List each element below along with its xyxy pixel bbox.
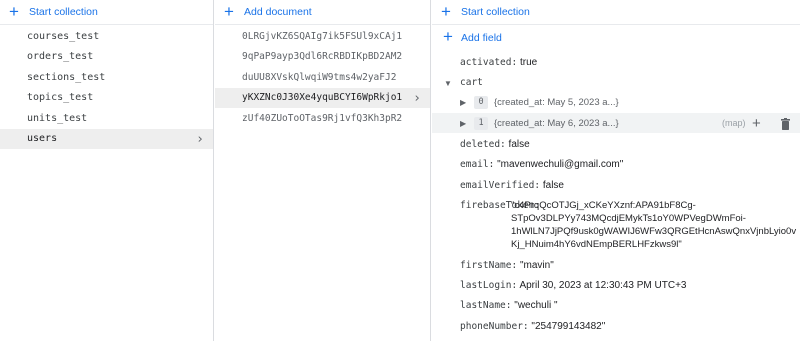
field-value: "mavin": [519, 260, 554, 271]
collection-item-topics-test[interactable]: topics_test: [0, 88, 213, 109]
collection-label: courses_test: [27, 30, 100, 42]
document-id: 9qPaP9ayp3Qdl6RcRBDIKpBD2AM2: [242, 51, 403, 63]
field-lastname[interactable]: lastName: "wechuli ": [460, 300, 558, 311]
chevron-right-icon: ›: [413, 90, 421, 106]
document-item[interactable]: zUf40ZUoToOTas9Rj1vfQ3Kh3pR2: [215, 108, 430, 129]
field-value: "wechuli ": [514, 300, 558, 311]
map-summary: {created_at: May 5, 2023 a...}: [494, 96, 619, 108]
field-key: emailVerified:: [460, 180, 541, 191]
token-line: STpOv3DLPYy743MQcdjEMykTs1oY0WPVegDWmFoi…: [511, 213, 746, 224]
document-id: zUf40ZUoToOTas9Rj1vfQ3Kh3pR2: [242, 112, 403, 124]
document-list: 0LRGjvKZ6SQAIg7ik5FSUl9xCAj1 9qPaP9ayp3Q…: [215, 26, 430, 129]
start-collection-button[interactable]: + Start collection: [0, 0, 213, 25]
plus-icon: +: [441, 1, 451, 21]
collections-panel: + Start collection courses_test orders_t…: [0, 0, 214, 341]
field-value: "254799143482": [531, 321, 606, 332]
field-firstname[interactable]: firstName: "mavin": [460, 260, 554, 271]
add-document-button[interactable]: + Add document: [215, 0, 430, 25]
field-key: activated:: [460, 57, 518, 68]
token-line: 1hWlLN7JjPQf9usk0gWAWIJ6WFw3QRGEtHcnAswQ…: [511, 226, 797, 237]
collection-label: sections_test: [27, 71, 106, 83]
token-line: Kj_HNuim4hY6vdNEmpBERLHFzkws9l": [511, 239, 682, 250]
documents-panel: + Add document 0LRGjvKZ6SQAIg7ik5FSUl9xC…: [215, 0, 431, 341]
add-field-button[interactable]: + Add field: [432, 25, 800, 51]
caret-down-icon[interactable]: ▼: [444, 79, 452, 88]
document-item[interactable]: duUU8XVskQlwqiW9tms4w2yaFJ2: [215, 67, 430, 88]
caret-right-icon[interactable]: ▶: [460, 98, 466, 107]
field-value: false: [508, 139, 530, 150]
add-field-label: Add field: [461, 32, 502, 44]
field-phonenumber[interactable]: phoneNumber: "254799143482": [460, 321, 605, 332]
field-value: "mavenwechuli@gmail.com": [497, 159, 624, 170]
cart-entry-0[interactable]: ▶ 0 {created_at: May 5, 2023 a...}: [432, 92, 800, 112]
fields-panel: + Start collection + Add field activated…: [432, 0, 800, 341]
cart-entry-1[interactable]: ▶ 1 {created_at: May 6, 2023 a...} (map)…: [432, 113, 800, 133]
document-id: 0LRGjvKZ6SQAIg7ik5FSUl9xCAj1: [242, 30, 403, 42]
chevron-right-icon: ›: [196, 131, 204, 147]
collection-label: units_test: [27, 112, 88, 124]
start-collection-label: Start collection: [29, 6, 98, 18]
field-lastlogin[interactable]: lastLogin: April 30, 2023 at 12:30:43 PM…: [460, 280, 686, 291]
document-item[interactable]: 0LRGjvKZ6SQAIg7ik5FSUl9xCAj1: [215, 26, 430, 47]
field-value: false: [542, 180, 564, 191]
field-value: April 30, 2023 at 12:30:43 PM UTC+3: [519, 280, 687, 291]
field-key: lastLogin:: [460, 280, 518, 291]
array-index-badge: 1: [474, 116, 488, 130]
token-line: "c4PrqQcOTJGj_xCKeYXznf:APA91bF8Cg-: [511, 200, 696, 211]
field-emailverified[interactable]: emailVerified: false: [460, 180, 564, 191]
field-key: deleted:: [460, 139, 506, 150]
field-activated[interactable]: activated: true: [460, 57, 537, 68]
collection-item-units-test[interactable]: units_test: [0, 108, 213, 129]
field-key: firstName:: [460, 260, 518, 271]
trash-icon[interactable]: [780, 117, 791, 135]
collection-item-courses-test[interactable]: courses_test: [0, 26, 213, 47]
field-deleted[interactable]: deleted: false: [460, 139, 530, 150]
add-icon[interactable]: +: [752, 116, 761, 131]
collection-label: users: [27, 133, 58, 145]
field-type-label: (map): [722, 118, 746, 128]
start-subcollection-button[interactable]: + Start collection: [432, 0, 800, 25]
collection-label: orders_test: [27, 51, 94, 63]
document-id: duUU8XVskQlwqiW9tms4w2yaFJ2: [242, 71, 397, 83]
field-key: phoneNumber:: [460, 321, 529, 332]
plus-icon: +: [443, 27, 453, 46]
add-document-label: Add document: [244, 6, 312, 18]
collection-item-users[interactable]: users ›: [0, 128, 213, 149]
field-value: true: [519, 57, 538, 68]
document-id: yKXZNc0J30Xe4yquBCYI6WpRkjo1: [242, 92, 403, 104]
document-item[interactable]: 9qPaP9ayp3Qdl6RcRBDIKpBD2AM2: [215, 47, 430, 68]
caret-right-icon[interactable]: ▶: [460, 119, 466, 128]
map-summary: {created_at: May 6, 2023 a...}: [494, 117, 619, 129]
field-email[interactable]: email: "mavenwechuli@gmail.com": [460, 159, 623, 170]
start-collection-label: Start collection: [461, 6, 530, 18]
field-key: cart: [460, 77, 483, 88]
field-cart[interactable]: cart: [460, 77, 483, 88]
field-key: email:: [460, 159, 495, 170]
plus-icon: +: [9, 1, 19, 21]
collection-item-orders-test[interactable]: orders_test: [0, 47, 213, 68]
field-key: lastName:: [460, 300, 512, 311]
collection-item-sections-test[interactable]: sections_test: [0, 67, 213, 88]
array-index-badge: 0: [474, 95, 488, 109]
plus-icon: +: [224, 1, 234, 21]
document-item-selected[interactable]: yKXZNc0J30Xe4yquBCYI6WpRkjo1 ›: [215, 87, 430, 108]
collection-label: topics_test: [27, 92, 94, 104]
collection-list: courses_test orders_test sections_test t…: [0, 26, 213, 149]
